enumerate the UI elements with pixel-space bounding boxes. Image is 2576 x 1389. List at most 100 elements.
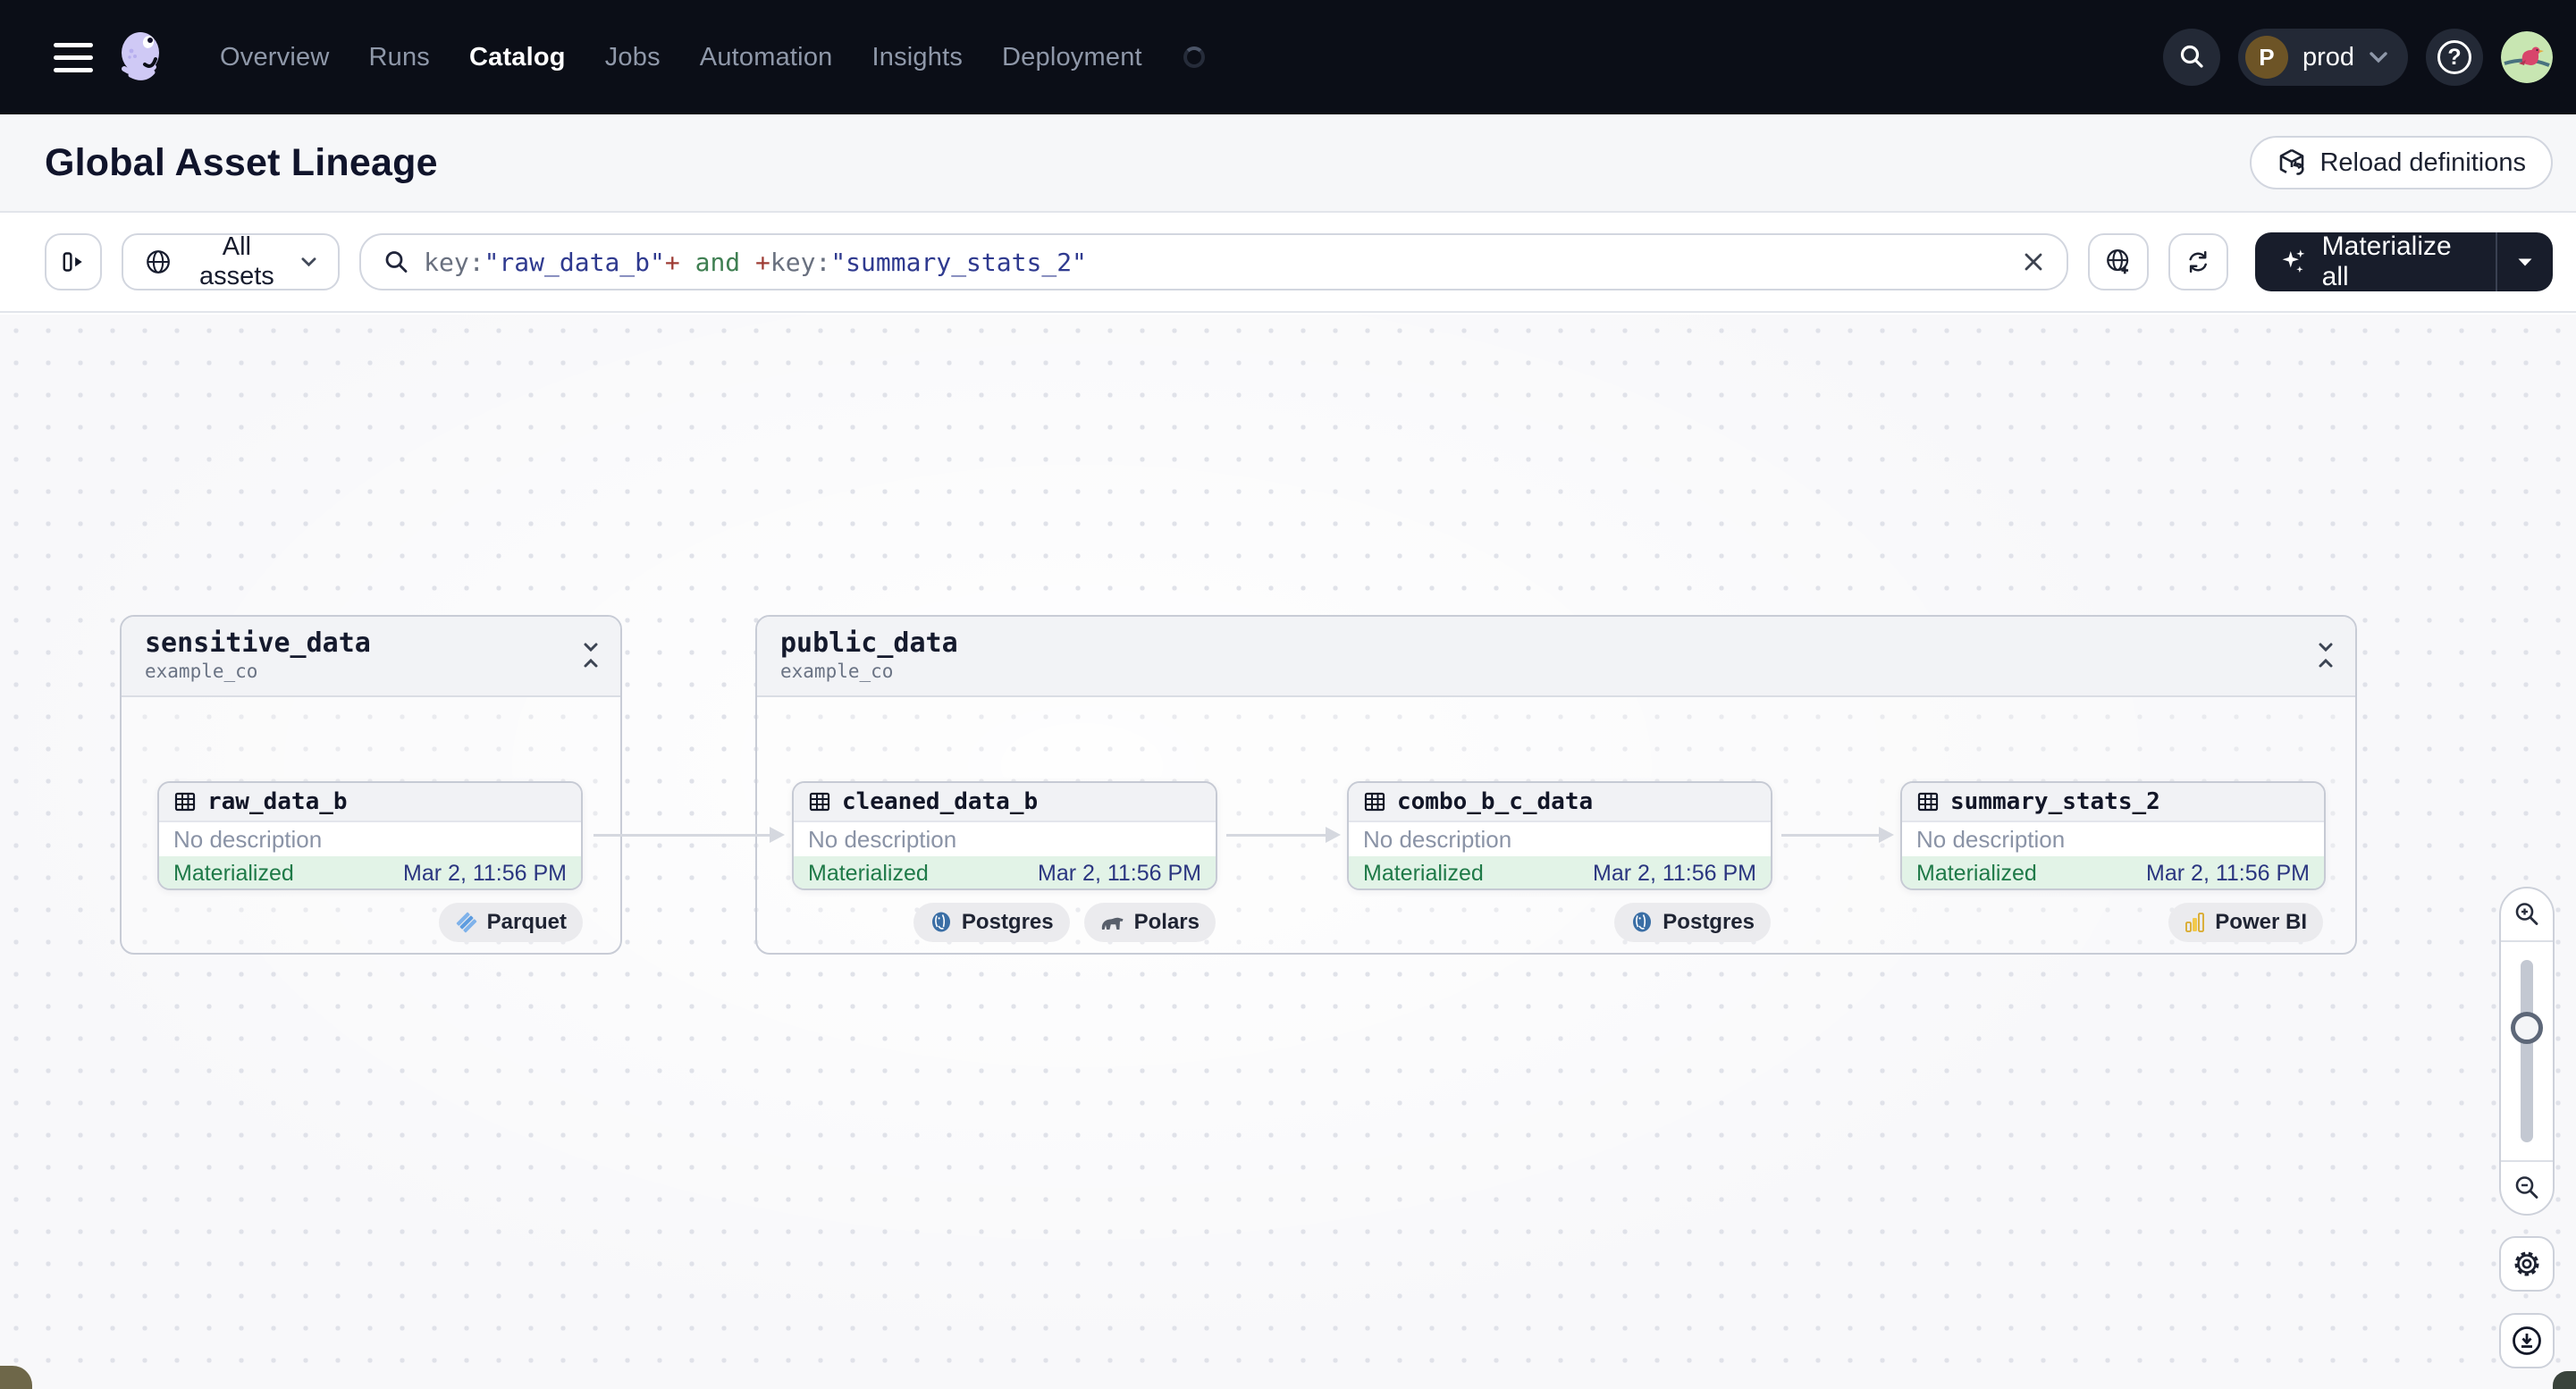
loading-spinner-icon (1183, 46, 1205, 68)
deployment-name: prod (2302, 42, 2354, 72)
asset-tags: Power BI (2168, 903, 2323, 942)
nav-item-overview[interactable]: Overview (220, 43, 329, 72)
status-badge: Materialized (808, 860, 929, 886)
menu-icon[interactable] (54, 42, 93, 72)
search-icon (2180, 45, 2203, 68)
group-header: sensitive_data example_co (122, 617, 620, 697)
materialize-options-caret[interactable] (2497, 257, 2553, 267)
help-button[interactable]: ? (2426, 29, 2483, 86)
dagster-logo-icon[interactable] (113, 29, 170, 86)
tag-power-bi[interactable]: Power BI (2168, 903, 2323, 942)
asset-status-row: Materialized Mar 2, 11:56 PM (159, 856, 581, 888)
gear-icon (2514, 1251, 2539, 1276)
status-badge: Materialized (1363, 860, 1484, 886)
asset-tags: Parquet (438, 903, 583, 942)
reload-definitions-button[interactable]: Reload definitions (2250, 136, 2553, 189)
tag-label: Parquet (486, 910, 567, 934)
lineage-canvas[interactable]: sensitive_data example_co public_data ex… (0, 315, 2576, 1389)
asset-description: No description (808, 825, 957, 853)
page-title: Global Asset Lineage (45, 140, 438, 184)
zoom-in-button[interactable] (2501, 888, 2553, 940)
table-icon (1364, 792, 1385, 812)
dagster-app: Overview Runs Catalog Jobs Automation In… (0, 0, 2576, 1389)
asset-status-row: Materialized Mar 2, 11:56 PM (1349, 856, 1771, 888)
asset-name: raw_data_b (207, 788, 348, 815)
clear-search-button[interactable] (2022, 250, 2045, 274)
console-corner (2553, 1371, 2576, 1389)
asset-scope-dropdown[interactable]: All assets (122, 232, 341, 290)
asset-tags: Postgres (1614, 903, 1771, 942)
nav-item-deployment[interactable]: Deployment (1002, 43, 1142, 72)
collapse-group-icon[interactable] (579, 640, 602, 675)
nav-item-insights[interactable]: Insights (871, 43, 963, 72)
tag-postgres[interactable]: Postgres (913, 903, 1070, 942)
refresh-button[interactable] (2168, 233, 2228, 290)
top-nav: Overview Runs Catalog Jobs Automation In… (0, 0, 2576, 114)
nav-item-runs[interactable]: Runs (368, 43, 430, 72)
group-owner: example_co (780, 661, 894, 682)
group-header: public_data example_co (757, 617, 2355, 697)
zoom-out-icon (2515, 1176, 2538, 1199)
search-query-text: key:"raw_data_b"+ and +key:"summary_stat… (424, 247, 1087, 277)
asset-node-raw-data-b[interactable]: raw_data_b No description Materialized M… (157, 781, 583, 890)
tag-parquet[interactable]: Parquet (438, 903, 583, 942)
user-avatar[interactable] (2501, 31, 2553, 83)
tag-postgres[interactable]: Postgres (1614, 903, 1771, 942)
postgres-icon (931, 912, 950, 932)
graph-settings-button[interactable] (2499, 1236, 2555, 1292)
collapse-group-icon[interactable] (2314, 640, 2337, 675)
asset-description: No description (173, 825, 323, 853)
deployment-switcher[interactable]: P prod (2237, 29, 2408, 86)
globe-plus-icon (2107, 249, 2129, 274)
asset-node-cleaned-data-b[interactable]: cleaned_data_b No description Materializ… (792, 781, 1217, 890)
materialize-all-button[interactable]: Materialize all (2254, 232, 2553, 291)
asset-node-summary-stats-2[interactable]: summary_stats_2 No description Materiali… (1900, 781, 2326, 890)
zoom-slider-track[interactable] (2521, 960, 2533, 1142)
asset-description: No description (1916, 825, 2066, 853)
globe-icon (147, 250, 171, 274)
asset-node-header: raw_data_b (159, 783, 581, 822)
zoom-slider-thumb[interactable] (2511, 1012, 2543, 1044)
caret-down-icon (2518, 258, 2532, 265)
polars-icon (1101, 917, 1124, 930)
lineage-edge (1781, 827, 1894, 843)
group-owner: example_co (145, 661, 258, 682)
asset-name: summary_stats_2 (1950, 788, 2160, 815)
zoom-in-icon (2515, 903, 2538, 925)
page-header: Global Asset Lineage Reload definitions (0, 114, 2576, 213)
asset-node-header: summary_stats_2 (1902, 783, 2324, 822)
primary-nav: Overview Runs Catalog Jobs Automation In… (220, 43, 1205, 72)
asset-node-header: combo_b_c_data (1349, 783, 1771, 822)
sparkle-icon (2282, 249, 2305, 273)
powerbi-icon (2185, 913, 2205, 932)
materialization-timestamp: Mar 2, 11:56 PM (403, 860, 567, 886)
asset-status-row: Materialized Mar 2, 11:56 PM (1902, 856, 2324, 888)
filter-scope-globe-button[interactable] (2088, 233, 2150, 290)
zoom-out-button[interactable] (2501, 1162, 2553, 1214)
nav-item-jobs[interactable]: Jobs (605, 43, 661, 72)
search-button[interactable] (2162, 29, 2220, 86)
asset-scope-label: All assets (198, 232, 274, 290)
open-panel-button[interactable] (45, 233, 103, 290)
zoom-controls (2499, 887, 2555, 1216)
asset-search-input[interactable]: key:"raw_data_b"+ and +key:"summary_stat… (359, 233, 2069, 290)
tag-label: Postgres (1663, 910, 1755, 934)
materialization-timestamp: Mar 2, 11:56 PM (2146, 860, 2310, 886)
asset-name: cleaned_data_b (842, 788, 1039, 815)
reload-cube-icon (2280, 148, 2305, 175)
status-badge: Materialized (173, 860, 294, 886)
open-panel-icon (63, 252, 82, 272)
download-icon (2513, 1326, 2541, 1355)
materialization-timestamp: Mar 2, 11:56 PM (1038, 860, 1201, 886)
asset-node-combo-b-c-data[interactable]: combo_b_c_data No description Materializ… (1347, 781, 1772, 890)
tag-polars[interactable]: Polars (1083, 903, 1216, 942)
download-image-button[interactable] (2499, 1313, 2555, 1368)
refresh-icon (2189, 250, 2208, 274)
search-icon (385, 251, 408, 273)
asset-status-row: Materialized Mar 2, 11:56 PM (794, 856, 1216, 888)
table-icon (809, 792, 830, 812)
tag-label: Postgres (961, 910, 1054, 934)
nav-item-automation[interactable]: Automation (700, 43, 833, 72)
deployment-avatar: P (2244, 36, 2288, 79)
nav-item-catalog[interactable]: Catalog (469, 43, 566, 72)
